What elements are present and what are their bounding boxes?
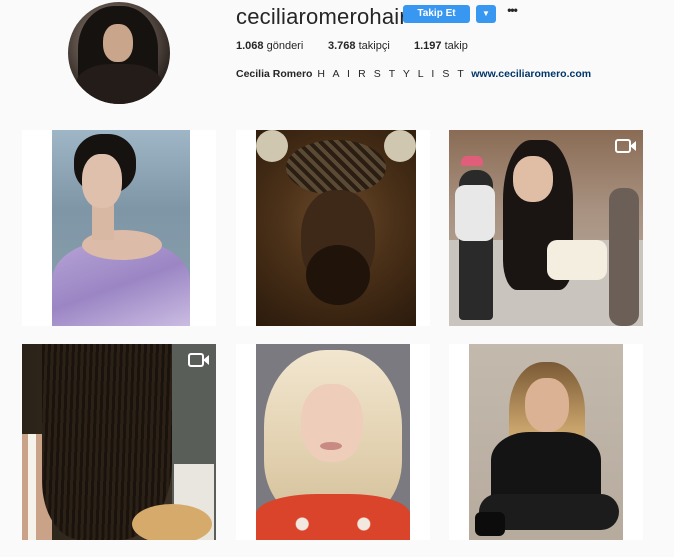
post-boot [475, 512, 505, 536]
posts-label: gönderi [266, 40, 304, 52]
post-image [469, 344, 623, 540]
post-shirt [256, 494, 410, 540]
post-image [22, 344, 216, 540]
following-value: 1.197 [414, 40, 442, 52]
post-brush [132, 504, 212, 540]
followers-count[interactable]: 3.768 takipçi [328, 40, 390, 52]
profile-username: ceciliaromerohair [236, 4, 407, 29]
avatar-face [103, 24, 133, 62]
post-beard [306, 245, 370, 305]
suggestions-dropdown-button[interactable]: ▼ [476, 5, 496, 23]
post-image [52, 130, 190, 326]
post-ornament [256, 130, 288, 162]
followers-value: 3.768 [328, 40, 356, 52]
post-person [609, 188, 639, 326]
bio-link[interactable]: www.ceciliaromero.com [471, 68, 591, 80]
post-face [513, 156, 553, 202]
post-top [547, 240, 607, 280]
posts-value: 1.068 [236, 40, 264, 52]
profile-avatar[interactable] [68, 2, 170, 104]
post-strap [28, 434, 36, 540]
post-thumbnail[interactable] [236, 344, 430, 540]
followers-label: takipçi [358, 40, 390, 52]
post-thumbnail[interactable] [22, 344, 216, 540]
profile-bio: Cecilia Romero H A I R S T Y L I S T www… [236, 68, 591, 80]
video-camera-icon [615, 139, 636, 153]
post-ornament [384, 130, 416, 162]
post-face [82, 154, 122, 208]
post-thumbnail[interactable] [236, 130, 430, 326]
chevron-down-icon: ▼ [482, 9, 490, 18]
post-cap [461, 156, 483, 166]
post-crown [286, 140, 386, 195]
following-count[interactable]: 1.197 takip [414, 40, 468, 52]
full-name: Cecilia Romero [236, 68, 313, 80]
post-face [301, 384, 363, 462]
video-camera-icon [188, 353, 209, 367]
post-shirt [455, 185, 495, 241]
follow-button[interactable]: Takip Et [403, 5, 470, 23]
post-image [449, 130, 643, 326]
bio-tagline: H A I R S T Y L I S T [317, 68, 467, 80]
post-face [525, 378, 569, 432]
post-thumbnail[interactable] [449, 130, 643, 326]
avatar-jacket [76, 64, 162, 104]
more-options-icon[interactable]: ••• [505, 1, 519, 19]
posts-count: 1.068 gönderi [236, 40, 303, 52]
post-thumbnail[interactable] [449, 344, 643, 540]
following-label: takip [444, 40, 468, 52]
post-image [256, 344, 410, 540]
post-image [256, 130, 416, 326]
post-thumbnail[interactable] [22, 130, 216, 326]
post-lips [320, 442, 342, 450]
